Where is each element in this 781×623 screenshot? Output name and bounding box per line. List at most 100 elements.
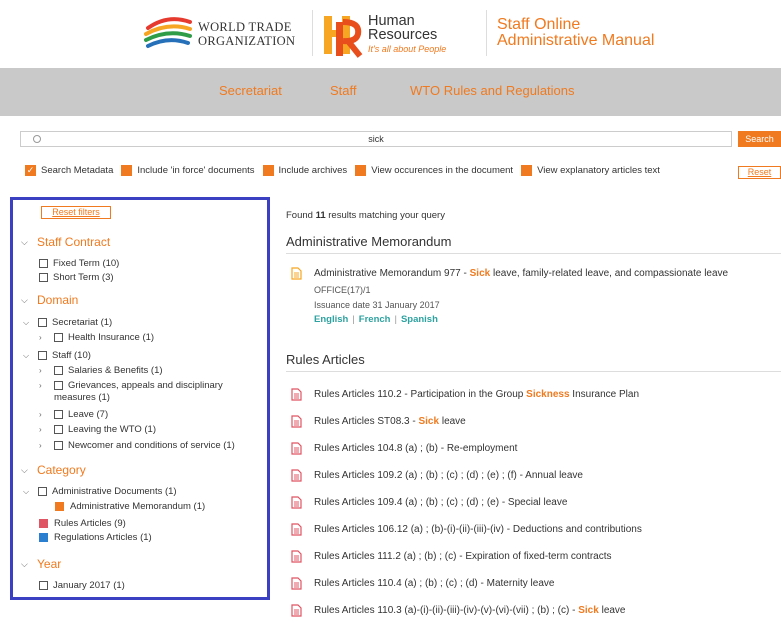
facet-item[interactable]: › Salaries & Benefits (1)	[39, 365, 163, 376]
checkbox[interactable]	[39, 259, 48, 268]
facet-item[interactable]: Short Term (3)	[39, 272, 114, 283]
checkbox[interactable]	[54, 366, 63, 375]
pdf-document-icon	[291, 577, 302, 590]
pdf-document-icon	[291, 415, 302, 428]
facet-item[interactable]: Administrative Memorandum (1)	[55, 501, 205, 512]
checkbox[interactable]	[39, 273, 48, 282]
result-title-rule[interactable]: Rules Articles 110.2 - Participation in …	[314, 389, 639, 400]
header-divider	[312, 10, 313, 56]
checkbox[interactable]	[521, 164, 533, 176]
search-options: ✓ Search Metadata Include 'in force' doc…	[25, 163, 668, 177]
chevron-right-icon[interactable]: ›	[39, 410, 49, 419]
checkbox[interactable]	[38, 318, 47, 327]
hr-logo-icon[interactable]	[322, 12, 364, 58]
result-title-memo[interactable]: Administrative Memorandum 977 - Sick lea…	[314, 268, 728, 279]
facet-category[interactable]: ⌵ Category	[21, 463, 86, 477]
result-title-rule[interactable]: Rules Articles 109.4 (a) ; (b) ; (c) ; (…	[314, 497, 567, 508]
section-title-admin: Administrative Memorandum	[286, 234, 452, 249]
facet-item[interactable]: › Health Insurance (1)	[39, 332, 154, 343]
facet-staff-contract[interactable]: ⌵ Staff Contract	[21, 235, 110, 249]
section-title-rules: Rules Articles	[286, 352, 365, 367]
header-divider	[486, 10, 487, 56]
chevron-down-icon[interactable]: ⌵	[23, 318, 33, 328]
option-explanatory[interactable]: View explanatory articles text	[521, 164, 660, 176]
facet-item[interactable]: › Leaving the WTO (1)	[39, 424, 156, 435]
manual-title: Staff Online Administrative Manual	[497, 16, 655, 49]
checkbox[interactable]	[54, 333, 63, 342]
document-icon	[291, 267, 302, 280]
chevron-right-icon[interactable]: ›	[39, 333, 49, 342]
wto-logo-icon[interactable]	[142, 12, 194, 54]
chevron-down-icon[interactable]: ⌵	[21, 295, 29, 306]
search-button[interactable]: Search	[738, 131, 781, 147]
facet-item[interactable]: ⌵ Administrative Documents (1)	[23, 486, 177, 497]
result-title-rule[interactable]: Rules Articles 111.2 (a) ; (b) ; (c) - E…	[314, 551, 612, 562]
facet-item[interactable]: Rules Articles (9)	[39, 518, 126, 529]
chevron-right-icon[interactable]: ›	[39, 425, 49, 434]
option-archives[interactable]: Include archives	[262, 164, 347, 176]
facet-item[interactable]: ⌵ Secretariat (1)	[23, 317, 112, 328]
nav-item-secretariat[interactable]: Secretariat	[219, 83, 282, 98]
facet-item[interactable]: › Grievances, appeals and disciplinary	[39, 380, 223, 391]
result-issuance-date: Issuance date 31 January 2017	[314, 300, 440, 310]
language-links: English | French | Spanish	[314, 314, 438, 325]
result-title-rule[interactable]: Rules Articles 106.12 (a) ; (b)-(i)-(ii)…	[314, 524, 642, 535]
checkbox[interactable]	[54, 381, 63, 390]
chevron-down-icon[interactable]: ⌵	[21, 237, 29, 248]
chevron-down-icon[interactable]: ⌵	[21, 465, 29, 476]
nav-item-wto-rules[interactable]: WTO Rules and Regulations	[410, 83, 575, 98]
nav-item-staff[interactable]: Staff	[330, 83, 357, 98]
search-icon	[33, 135, 41, 143]
checkbox[interactable]	[262, 164, 274, 176]
facet-domain[interactable]: ⌵ Domain	[21, 293, 78, 307]
checkbox[interactable]	[54, 441, 63, 450]
site-header: WORLD TRADE ORGANIZATION Human Resources…	[0, 0, 781, 68]
section-divider	[286, 253, 781, 254]
facet-item[interactable]: › Newcomer and conditions of service (1)	[39, 440, 235, 451]
chevron-right-icon[interactable]: ›	[39, 441, 49, 450]
chevron-down-icon[interactable]: ⌵	[21, 559, 29, 570]
chevron-down-icon[interactable]: ⌵	[23, 351, 33, 361]
facet-item[interactable]: › Leave (7)	[39, 409, 108, 420]
lang-link-english[interactable]: English	[314, 314, 348, 325]
result-title-rule[interactable]: Rules Articles 110.4 (a) ; (b) ; (c) ; (…	[314, 578, 554, 589]
checkbox[interactable]	[38, 487, 47, 496]
checkbox[interactable]	[54, 425, 63, 434]
checkbox[interactable]	[355, 164, 367, 176]
checkbox[interactable]	[54, 410, 63, 419]
lang-link-french[interactable]: French	[359, 314, 391, 325]
facet-item[interactable]: ⌵ Staff (10)	[23, 350, 91, 361]
reset-filters-button[interactable]: Reset filters	[41, 206, 111, 219]
facet-item[interactable]: January 2017 (1)	[39, 580, 125, 591]
option-in-force[interactable]: Include 'in force' documents	[121, 164, 255, 176]
pdf-document-icon	[291, 469, 302, 482]
checked-icon[interactable]: ✓	[25, 164, 36, 176]
option-search-metadata[interactable]: ✓ Search Metadata	[25, 164, 113, 176]
search-input[interactable]	[20, 131, 732, 147]
result-title-rule[interactable]: Rules Articles 110.3 (a)-(i)-(ii)-(iii)-…	[314, 605, 626, 616]
facet-item[interactable]: Fixed Term (10)	[39, 258, 119, 269]
section-divider	[286, 371, 781, 372]
option-occurences[interactable]: View occurences in the document	[355, 164, 513, 176]
pdf-document-icon	[291, 388, 302, 401]
chevron-down-icon[interactable]: ⌵	[23, 487, 33, 497]
pdf-document-icon	[291, 496, 302, 509]
facet-item-continued: measures (1)	[54, 392, 110, 403]
pdf-document-icon	[291, 604, 302, 617]
result-title-rule[interactable]: Rules Articles 104.8 (a) ; (b) - Re-empl…	[314, 443, 517, 454]
result-code: OFFICE(17)/1	[314, 285, 371, 295]
lang-link-spanish[interactable]: Spanish	[401, 314, 438, 325]
facet-year[interactable]: ⌵ Year	[21, 557, 61, 571]
chevron-right-icon[interactable]: ›	[39, 366, 49, 375]
checkbox[interactable]	[39, 581, 48, 590]
result-title-rule[interactable]: Rules Articles ST08.3 - Sick leave	[314, 416, 466, 427]
pdf-document-icon	[291, 550, 302, 563]
reset-button[interactable]: Reset	[738, 166, 781, 179]
filter-sidebar: Reset filters ⌵ Staff Contract Fixed Ter…	[10, 197, 270, 600]
checkbox[interactable]	[38, 351, 47, 360]
chevron-right-icon[interactable]: ›	[39, 381, 49, 390]
checkbox[interactable]	[121, 164, 133, 176]
results-count: Found 11 results matching your query	[286, 210, 445, 221]
result-title-rule[interactable]: Rules Articles 109.2 (a) ; (b) ; (c) ; (…	[314, 470, 583, 481]
facet-item[interactable]: Regulations Articles (1)	[39, 532, 152, 543]
